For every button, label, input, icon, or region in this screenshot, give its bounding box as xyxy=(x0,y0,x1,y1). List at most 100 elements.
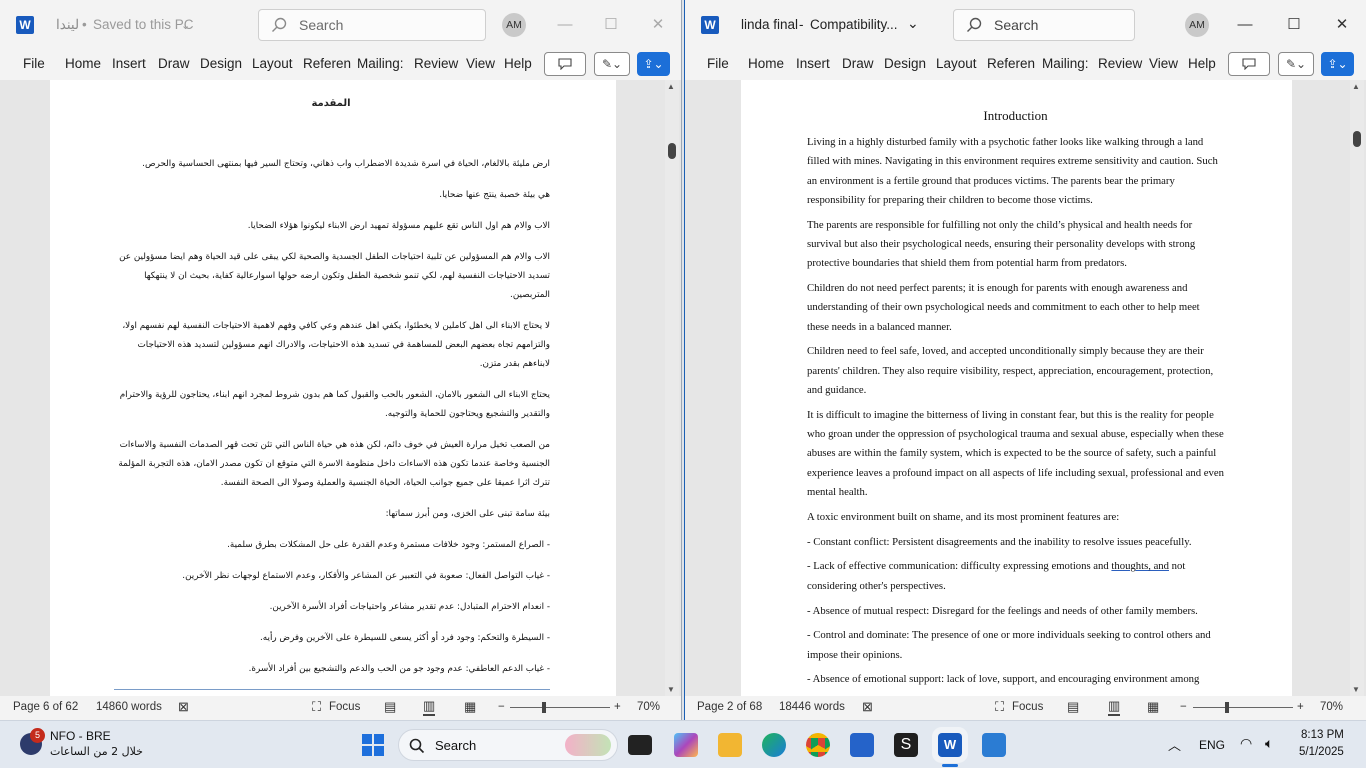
minimize-icon[interactable]: — xyxy=(550,11,580,39)
maximize-icon[interactable]: ☐ xyxy=(596,11,626,39)
read-mode-icon[interactable]: ▤ xyxy=(1067,699,1079,715)
chevron-up-icon[interactable]: ︿ xyxy=(1168,735,1181,754)
tab-design[interactable]: Design xyxy=(200,56,242,71)
tab-layout[interactable]: Layout xyxy=(936,56,977,71)
tab-file[interactable]: File xyxy=(707,56,729,71)
tab-home[interactable]: Home xyxy=(748,56,784,71)
save-status[interactable]: Saved to this PC xyxy=(93,17,194,32)
page-count[interactable]: Page 2 of 68 xyxy=(697,701,762,713)
zoom-out-icon[interactable]: − xyxy=(1180,701,1187,713)
tab-help[interactable]: Help xyxy=(1188,56,1216,71)
web-layout-icon[interactable]: ▦ xyxy=(1147,699,1159,715)
tab-layout[interactable]: Layout xyxy=(252,56,293,71)
maximize-icon[interactable]: ☐ xyxy=(1279,11,1309,39)
tab-insert[interactable]: Insert xyxy=(112,56,146,71)
zoom-in-icon[interactable]: + xyxy=(614,701,621,713)
scroll-down-icon[interactable]: ▼ xyxy=(667,685,675,694)
page-count[interactable]: Page 6 of 62 xyxy=(13,701,78,713)
avatar[interactable]: AM xyxy=(1185,13,1209,37)
tab-review[interactable]: Review xyxy=(1098,56,1142,71)
word-count[interactable]: 14860 words xyxy=(96,701,162,713)
print-layout-icon[interactable]: ▥ xyxy=(423,698,436,716)
wifi-icon[interactable]: ◠ xyxy=(1240,735,1252,752)
close-icon[interactable]: ✕ xyxy=(643,11,673,39)
document-page[interactable]: المقدمة ارض مليئة بالالغام، الحياة في اس… xyxy=(50,80,616,696)
read-mode-icon[interactable]: ▤ xyxy=(384,699,396,715)
task-view-icon[interactable] xyxy=(628,735,652,755)
edge-icon[interactable] xyxy=(762,733,786,757)
tab-mailings[interactable]: Mailing: xyxy=(1042,56,1089,71)
comments-button[interactable] xyxy=(1228,52,1270,76)
compatibility-mode[interactable]: Compatibility... xyxy=(810,17,898,32)
spelling-underline[interactable]: thoughts, and xyxy=(1111,560,1169,572)
focus-label[interactable]: Focus xyxy=(329,701,360,713)
accessibility-icon[interactable]: ⊠ xyxy=(862,699,873,715)
language-indicator[interactable]: ENG xyxy=(1199,738,1225,752)
tab-draw[interactable]: Draw xyxy=(842,56,874,71)
share-button[interactable]: ⇪⌄ xyxy=(637,52,670,76)
tab-mailings[interactable]: Mailing: xyxy=(357,56,404,71)
zoom-in-icon[interactable]: + xyxy=(1297,701,1304,713)
chevron-down-icon[interactable]: ⌄ xyxy=(181,19,190,32)
minimize-icon[interactable]: — xyxy=(1230,11,1260,39)
scroll-down-icon[interactable]: ▼ xyxy=(1352,685,1360,694)
tab-draw[interactable]: Draw xyxy=(158,56,190,71)
word-count[interactable]: 18446 words xyxy=(779,701,845,713)
tab-file[interactable]: File xyxy=(23,56,45,71)
tab-help[interactable]: Help xyxy=(504,56,532,71)
vertical-scrollbar[interactable]: ▲ ▼ xyxy=(665,80,679,696)
tab-view[interactable]: View xyxy=(1149,56,1178,71)
zoom-level[interactable]: 70% xyxy=(1320,701,1343,713)
tab-references[interactable]: Referen xyxy=(987,56,1035,71)
tab-view[interactable]: View xyxy=(466,56,495,71)
tab-references[interactable]: Referen xyxy=(303,56,351,71)
zoom-level[interactable]: 70% xyxy=(637,701,660,713)
zoom-slider-handle[interactable] xyxy=(1225,702,1229,713)
zoom-slider[interactable] xyxy=(510,707,610,708)
focus-icon[interactable]: ⛶ xyxy=(312,699,321,715)
focus-label[interactable]: Focus xyxy=(1012,701,1043,713)
file-explorer-icon[interactable] xyxy=(718,733,742,757)
web-layout-icon[interactable]: ▦ xyxy=(464,699,476,715)
capcut-icon[interactable]: S xyxy=(894,733,918,757)
tab-home[interactable]: Home xyxy=(65,56,101,71)
copilot-icon[interactable] xyxy=(674,733,698,757)
doc-title[interactable]: linda final xyxy=(741,17,798,32)
clock-time[interactable]: 8:13 PM xyxy=(1301,729,1344,741)
doc-title[interactable]: ليندا xyxy=(56,17,79,33)
zoom-slider-handle[interactable] xyxy=(542,702,546,713)
chrome-icon[interactable] xyxy=(806,733,830,757)
scroll-thumb[interactable] xyxy=(668,143,676,159)
avatar[interactable]: AM xyxy=(502,13,526,37)
zoom-slider[interactable] xyxy=(1193,707,1293,708)
start-icon[interactable] xyxy=(362,734,384,756)
volume-icon[interactable]: 🔈︎ xyxy=(1265,735,1273,752)
focus-icon[interactable]: ⛶ xyxy=(995,699,1004,715)
print-layout-icon[interactable]: ▥ xyxy=(1108,698,1121,716)
active-app-indicator xyxy=(942,764,958,767)
scroll-up-icon[interactable]: ▲ xyxy=(667,82,675,91)
search-box[interactable]: Search xyxy=(953,9,1135,41)
share-button[interactable]: ⇪⌄ xyxy=(1321,52,1354,76)
document-page[interactable]: Introduction Living in a highly disturbe… xyxy=(741,80,1292,696)
editing-button[interactable]: ✎⌄ xyxy=(594,52,630,76)
tab-insert[interactable]: Insert xyxy=(796,56,830,71)
tab-review[interactable]: Review xyxy=(414,56,458,71)
search-box[interactable]: Search xyxy=(258,9,486,41)
taskbar-search[interactable]: Search xyxy=(398,729,618,761)
tab-design[interactable]: Design xyxy=(884,56,926,71)
photos-icon[interactable] xyxy=(982,733,1006,757)
accessibility-icon[interactable]: ⊠ xyxy=(178,699,189,715)
vertical-scrollbar[interactable]: ▲ ▼ xyxy=(1350,80,1364,696)
scroll-up-icon[interactable]: ▲ xyxy=(1352,82,1360,91)
doc-paragraph: Children do not need perfect parents; it… xyxy=(807,282,1200,333)
chevron-down-icon[interactable]: ⌄ xyxy=(907,15,919,32)
zoom-out-icon[interactable]: − xyxy=(498,701,505,713)
comments-button[interactable] xyxy=(544,52,586,76)
editing-button[interactable]: ✎⌄ xyxy=(1278,52,1314,76)
clock-date[interactable]: 5/1/2025 xyxy=(1299,746,1344,758)
scroll-thumb[interactable] xyxy=(1353,131,1361,147)
close-icon[interactable]: ✕ xyxy=(1327,11,1357,39)
word-taskbar-icon[interactable]: W xyxy=(938,733,962,757)
store-icon[interactable] xyxy=(850,733,874,757)
